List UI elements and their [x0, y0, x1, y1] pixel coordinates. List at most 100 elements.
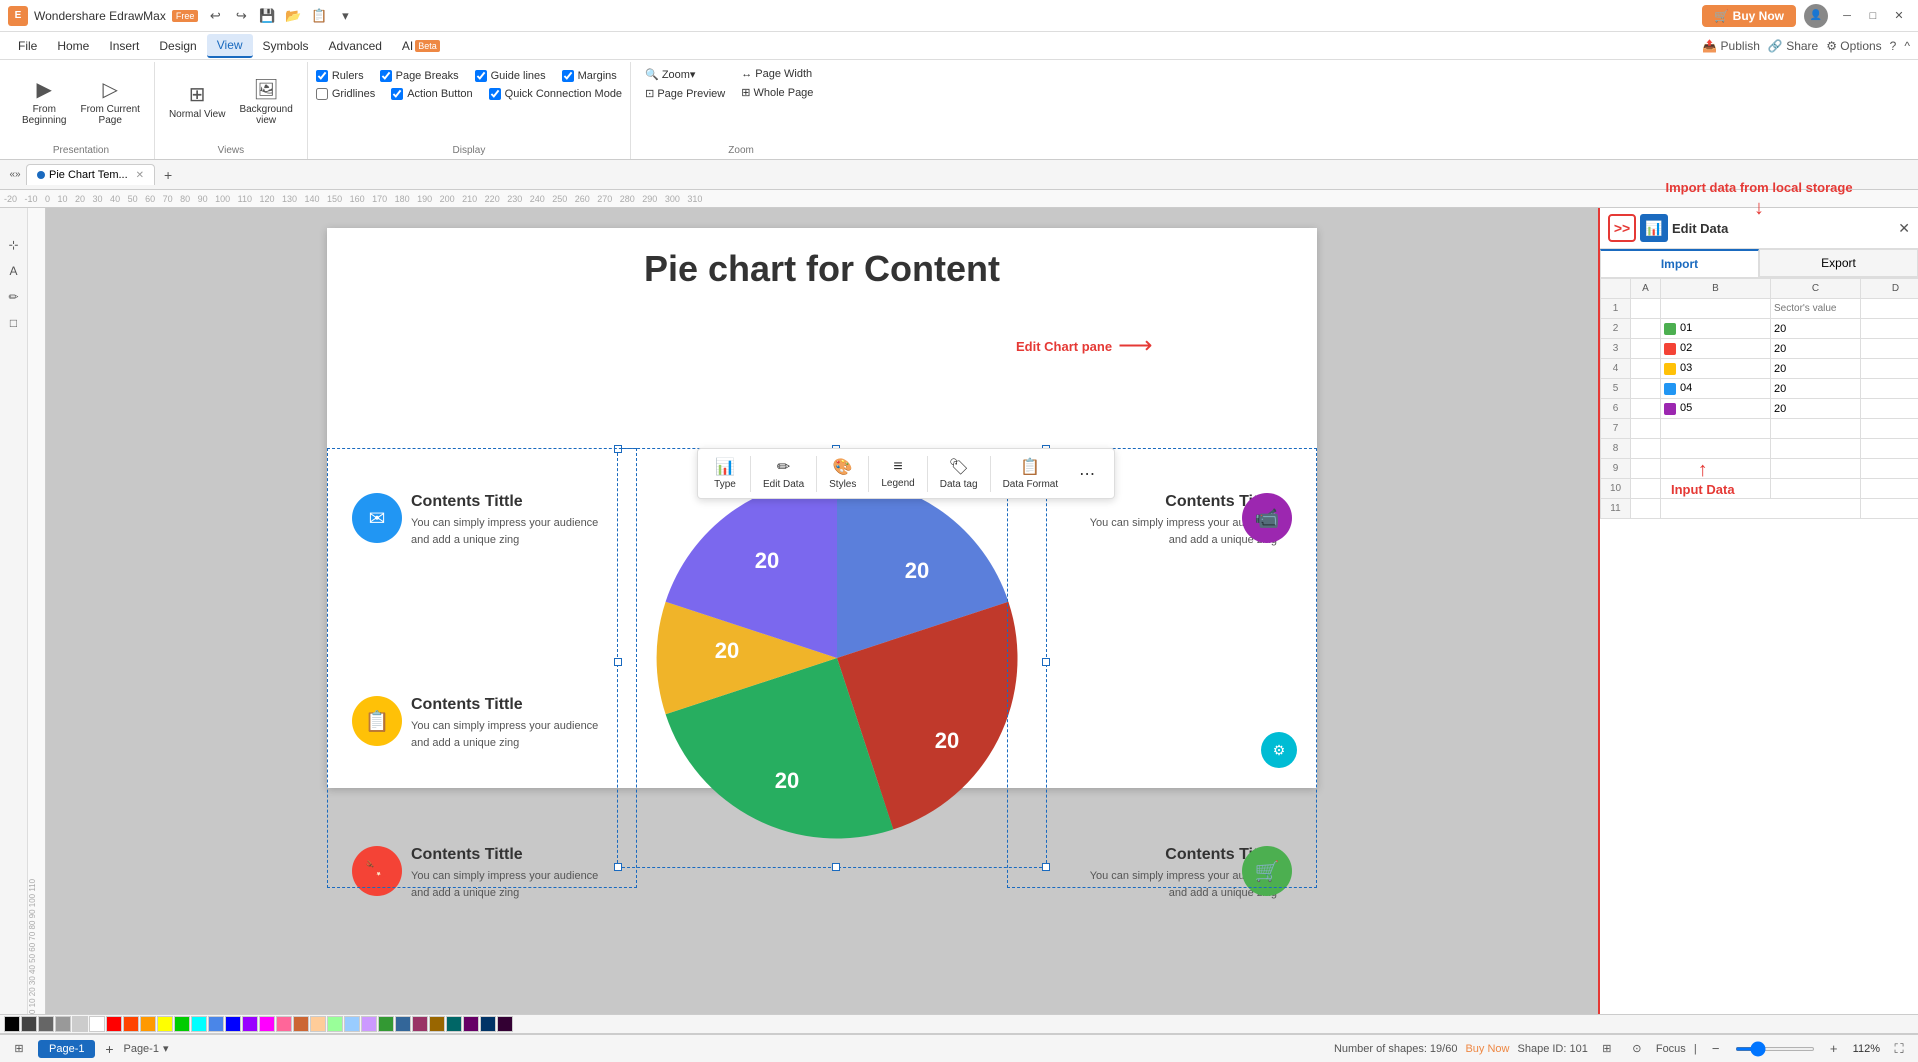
add-tab-button[interactable]: + [157, 164, 179, 186]
redo-button[interactable]: ↪ [230, 5, 252, 27]
legend-button[interactable]: ≡ Legend [875, 454, 920, 493]
cell-1-c[interactable]: Sector's value [1771, 299, 1861, 319]
color-swatch[interactable] [89, 1016, 105, 1032]
page-tab-1[interactable]: Page-1 [38, 1040, 95, 1058]
cell-10-d[interactable] [1861, 479, 1918, 499]
cell-6-b[interactable]: 05 [1661, 399, 1771, 419]
cell-10-c[interactable] [1771, 479, 1861, 499]
cell-1-a[interactable] [1631, 299, 1661, 319]
cell-11-a[interactable] [1631, 499, 1661, 519]
cell-3-c[interactable]: 20 [1771, 339, 1861, 359]
cell-11-d[interactable] [1861, 499, 1918, 519]
menu-advanced[interactable]: Advanced [319, 35, 392, 57]
cell-4-c[interactable]: 20 [1771, 359, 1861, 379]
page-settings-button[interactable]: ⊞ [8, 1038, 30, 1060]
save-button[interactable]: 💾 [256, 5, 278, 27]
quick-connection-checkbox[interactable]: Quick Connection Mode [489, 86, 622, 102]
edit-data-button[interactable]: ✏ Edit Data [757, 453, 810, 494]
import-tab[interactable]: Import [1600, 249, 1759, 277]
color-swatch[interactable] [21, 1016, 37, 1032]
page-width-button[interactable]: ↔ Page Width [735, 66, 819, 82]
buy-now-link[interactable]: Buy Now [1465, 1043, 1509, 1055]
color-swatch[interactable] [208, 1016, 224, 1032]
zoom-in-button[interactable]: + [1823, 1038, 1845, 1060]
menu-symbols[interactable]: Symbols [253, 35, 319, 57]
cell-3-b[interactable]: 02 [1661, 339, 1771, 359]
zoom-dropdown-button[interactable]: 🔍 Zoom▾ [639, 66, 731, 83]
menu-view[interactable]: View [207, 34, 253, 58]
cell-10-a[interactable] [1631, 479, 1661, 499]
color-swatch[interactable] [174, 1016, 190, 1032]
more-button[interactable]: ▾ [334, 5, 356, 27]
cell-5-b[interactable]: 04 [1661, 379, 1771, 399]
menu-design[interactable]: Design [149, 35, 206, 57]
gridlines-checkbox[interactable]: Gridlines [316, 86, 375, 102]
data-format-button[interactable]: 📋 Data Format [997, 453, 1065, 494]
tool-shapes[interactable]: □ [3, 312, 25, 334]
focus-mode-button[interactable]: ⊙ [1626, 1038, 1648, 1060]
cell-5-d[interactable] [1861, 379, 1918, 399]
share-action[interactable]: 🔗 Share [1768, 39, 1818, 53]
cell-8-a[interactable] [1631, 439, 1661, 459]
tool-text[interactable]: A [3, 260, 25, 282]
cell-2-c[interactable]: 20 [1771, 319, 1861, 339]
color-swatch[interactable] [259, 1016, 275, 1032]
cell-6-a[interactable] [1631, 399, 1661, 419]
cell-2-d[interactable] [1861, 319, 1918, 339]
tool-pen[interactable]: ✏ [3, 286, 25, 308]
fullscreen-button[interactable]: ⛶ [1888, 1038, 1910, 1060]
copy-button[interactable]: 📋 [308, 5, 330, 27]
publish-action[interactable]: 📤 Publish [1702, 39, 1760, 53]
whole-page-button[interactable]: ⊞ Whole Page [735, 84, 819, 101]
cell-6-d[interactable] [1861, 399, 1918, 419]
cell-6-c[interactable]: 20 [1771, 399, 1861, 419]
minimize-button[interactable]: ─ [1836, 5, 1858, 27]
tool-select[interactable]: ⊹ [3, 234, 25, 256]
cell-4-b[interactable]: 03 [1661, 359, 1771, 379]
color-swatch[interactable] [480, 1016, 496, 1032]
margins-checkbox[interactable]: Margins [562, 68, 617, 84]
color-swatch[interactable] [157, 1016, 173, 1032]
cell-5-a[interactable] [1631, 379, 1661, 399]
sel-handle-bm[interactable] [832, 863, 840, 871]
menu-ai[interactable]: AI Beta [392, 35, 450, 57]
cell-9-a[interactable] [1631, 459, 1661, 479]
color-swatch[interactable] [225, 1016, 241, 1032]
fit-button[interactable]: ⊞ [1596, 1038, 1618, 1060]
page-breaks-checkbox[interactable]: Page Breaks [380, 68, 459, 84]
close-button[interactable]: ✕ [1888, 5, 1910, 27]
color-swatch[interactable] [123, 1016, 139, 1032]
canvas-scroll[interactable]: Pie chart for Content [46, 208, 1598, 1014]
color-swatch[interactable] [344, 1016, 360, 1032]
color-swatch[interactable] [378, 1016, 394, 1032]
help-action[interactable]: ? [1890, 39, 1897, 53]
color-swatch[interactable] [72, 1016, 88, 1032]
from-current-page-button[interactable]: ▷ From CurrentPage [74, 66, 145, 136]
tab-nav-button[interactable]: «» [4, 164, 26, 186]
canvas-action-button[interactable]: ⚙ [1261, 732, 1297, 768]
color-swatch[interactable] [140, 1016, 156, 1032]
color-swatch[interactable] [412, 1016, 428, 1032]
color-swatch[interactable] [463, 1016, 479, 1032]
zoom-slider[interactable] [1735, 1047, 1815, 1051]
cell-8-b[interactable] [1661, 439, 1771, 459]
cell-7-c[interactable] [1771, 419, 1861, 439]
maximize-button[interactable]: □ [1862, 5, 1884, 27]
color-swatch[interactable] [242, 1016, 258, 1032]
cell-1-d[interactable] [1861, 299, 1918, 319]
user-avatar[interactable]: 👤 [1804, 4, 1828, 28]
tab-close-icon[interactable]: ✕ [136, 170, 144, 181]
options-action[interactable]: ⚙ Options [1826, 39, 1881, 53]
rp-close-button[interactable]: ✕ [1898, 220, 1910, 237]
styles-button[interactable]: 🎨 Styles [823, 453, 862, 494]
zoom-out-button[interactable]: − [1705, 1038, 1727, 1060]
color-swatch[interactable] [446, 1016, 462, 1032]
menu-home[interactable]: Home [47, 35, 99, 57]
color-swatch[interactable] [293, 1016, 309, 1032]
cell-4-a[interactable] [1631, 359, 1661, 379]
cell-2-b[interactable]: 01 [1661, 319, 1771, 339]
from-beginning-button[interactable]: ▶ FromBeginning [16, 66, 72, 136]
color-swatch[interactable] [429, 1016, 445, 1032]
cell-7-a[interactable] [1631, 419, 1661, 439]
add-page-button[interactable]: + [99, 1041, 119, 1057]
